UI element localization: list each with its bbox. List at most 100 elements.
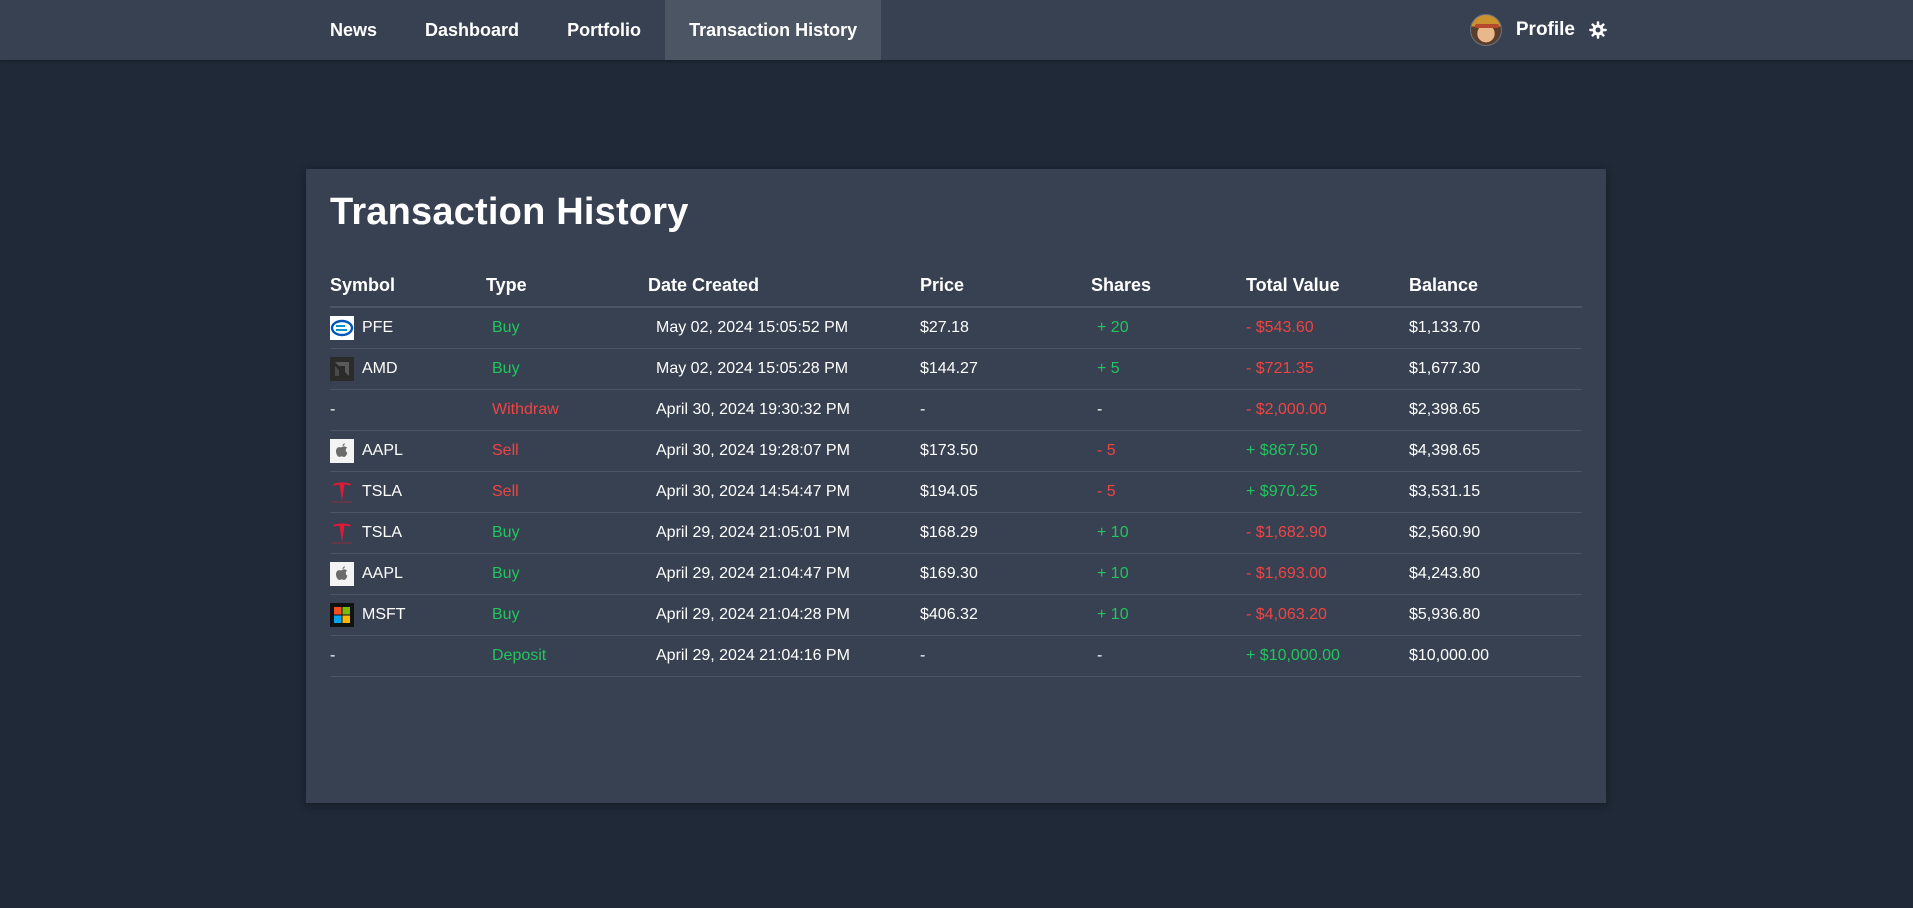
cell-symbol: TSLA	[330, 471, 486, 513]
gear-icon[interactable]	[1587, 19, 1609, 41]
cell-balance: $5,936.80	[1409, 605, 1481, 623]
cell-total-value: - $4,063.20	[1246, 594, 1409, 636]
cell-symbol: AMD	[330, 348, 486, 390]
apple-logo-icon	[330, 561, 354, 586]
page-title: Transaction History	[330, 191, 689, 233]
cell-symbol: MSFT	[330, 594, 486, 636]
symbol-text: AMD	[362, 359, 398, 377]
cell-date: April 29, 2024 21:05:01 PM	[648, 512, 920, 554]
cell-total-value: - $1,693.00	[1246, 553, 1409, 595]
cell-price: -	[920, 635, 1091, 677]
cell-type: Withdraw	[486, 389, 648, 431]
cell-total-value: - $2,000.00	[1246, 389, 1409, 431]
symbol-text: TSLA	[362, 482, 403, 500]
table-body: PFE Buy May 02, 2024 15:05:52 PM $27.18 + 20…	[330, 307, 1582, 677]
pfe-logo-icon	[330, 315, 354, 340]
symbol-text: AAPL	[362, 564, 403, 582]
symbol-text: -	[330, 400, 336, 418]
symbol-wrap: AAPL	[330, 438, 486, 463]
header-balance: Balance	[1409, 265, 1582, 308]
cell-type: Sell	[486, 430, 648, 472]
cell-symbol: PFE	[330, 307, 486, 349]
nav-portfolio[interactable]: Portfolio	[543, 0, 665, 60]
profile-link[interactable]: Profile	[1516, 19, 1575, 41]
symbol-wrap: AMD	[330, 356, 486, 381]
table-row: MSFT Buy April 29, 2024 21:04:28 PM $406.32…	[330, 594, 1582, 636]
cell-price: $168.29	[920, 512, 1091, 554]
cell-date: April 30, 2024 19:28:07 PM	[648, 430, 920, 472]
cell-price: $194.05	[920, 471, 1091, 513]
nav-news[interactable]: News	[306, 0, 401, 60]
symbol-wrap: AAPL	[330, 561, 486, 586]
cell-balance: $4,398.65	[1409, 441, 1481, 459]
cell-price: $173.50	[920, 430, 1091, 472]
table-row: PFE Buy May 02, 2024 15:05:52 PM $27.18 + 20…	[330, 307, 1582, 349]
cell-type: Sell	[486, 471, 648, 513]
apple-logo-icon	[330, 438, 354, 463]
table-row: AAPL Sell April 30, 2024 19:28:07 PM $173.5…	[330, 430, 1582, 472]
transaction-history-card: Transaction History Symbol Type Date Cre…	[306, 169, 1606, 803]
symbol-wrap: -	[330, 647, 486, 665]
cell-price: $406.32	[920, 594, 1091, 636]
cell-balance: $4,243.80	[1409, 564, 1481, 582]
header-symbol: Symbol	[330, 265, 486, 308]
avatar-icon[interactable]	[1469, 14, 1502, 46]
cell-total-value: + $10,000.00	[1246, 635, 1409, 677]
cell-type: Buy	[486, 512, 648, 554]
cell-total-value: + $867.50	[1246, 430, 1409, 472]
cell-date: April 29, 2024 21:04:47 PM	[648, 553, 920, 595]
top-navbar: News Dashboard Portfolio Transaction His…	[0, 0, 1913, 60]
symbol-wrap: MSFT	[330, 602, 486, 627]
cell-shares: - 5	[1091, 430, 1246, 472]
tesla-logo-icon	[330, 521, 354, 545]
symbol-text: PFE	[362, 318, 394, 336]
header-type: Type	[486, 265, 648, 308]
symbol-text: AAPL	[362, 441, 403, 459]
cell-price: $27.18	[920, 307, 1091, 349]
nav-transaction-history[interactable]: Transaction History	[665, 0, 882, 60]
cell-total-value: + $970.25	[1246, 471, 1409, 513]
cell-symbol: AAPL	[330, 553, 486, 595]
cell-price: $144.27	[920, 348, 1091, 390]
table-header-row: Symbol Type Date Created Price Shares To…	[330, 265, 1582, 308]
cell-symbol: -	[330, 389, 486, 431]
cell-shares: -	[1091, 635, 1246, 677]
cell-total-value: - $543.60	[1246, 307, 1409, 349]
symbol-wrap: -	[330, 401, 486, 419]
cell-balance: $2,398.65	[1409, 400, 1481, 418]
header-total-value: Total Value	[1246, 265, 1409, 308]
symbol-wrap: TSLA	[330, 521, 486, 545]
cell-symbol: -	[330, 635, 486, 677]
cell-balance: $1,677.30	[1409, 359, 1481, 377]
cell-date: April 29, 2024 21:04:16 PM	[648, 635, 920, 677]
cell-balance: $1,133.70	[1409, 318, 1481, 336]
cell-balance: $2,560.90	[1409, 523, 1481, 541]
cell-date: May 02, 2024 15:05:28 PM	[648, 348, 920, 390]
cell-date: May 02, 2024 15:05:52 PM	[648, 307, 920, 349]
nav-dashboard[interactable]: Dashboard	[401, 0, 543, 60]
transactions-table: Symbol Type Date Created Price Shares To…	[330, 265, 1582, 677]
cell-total-value: - $721.35	[1246, 348, 1409, 390]
cell-date: April 29, 2024 21:04:28 PM	[648, 594, 920, 636]
cell-type: Buy	[486, 307, 648, 349]
cell-balance: $10,000.00	[1409, 646, 1490, 664]
table-row: AAPL Buy April 29, 2024 21:04:47 PM $169.30…	[330, 553, 1582, 595]
amd-logo-icon	[330, 356, 354, 381]
cell-shares: + 5	[1091, 348, 1246, 390]
symbol-text: -	[330, 646, 336, 664]
cell-price: $169.30	[920, 553, 1091, 595]
cell-shares: + 10	[1091, 594, 1246, 636]
cell-shares: + 10	[1091, 512, 1246, 554]
cell-type: Buy	[486, 348, 648, 390]
msft-logo-icon	[330, 602, 354, 627]
symbol-wrap: PFE	[330, 315, 486, 340]
cell-date: April 30, 2024 14:54:47 PM	[648, 471, 920, 513]
table-row: TSLA Buy April 29, 2024 21:05:01 PM $168.29…	[330, 512, 1582, 554]
table-row: AMD Buy May 02, 2024 15:05:28 PM $144.27 + 5…	[330, 348, 1582, 390]
cell-type: Deposit	[486, 635, 648, 677]
cell-type: Buy	[486, 594, 648, 636]
header-price: Price	[920, 265, 1091, 308]
cell-shares: - 5	[1091, 471, 1246, 513]
cell-price: -	[920, 389, 1091, 431]
symbol-text: TSLA	[362, 523, 403, 541]
